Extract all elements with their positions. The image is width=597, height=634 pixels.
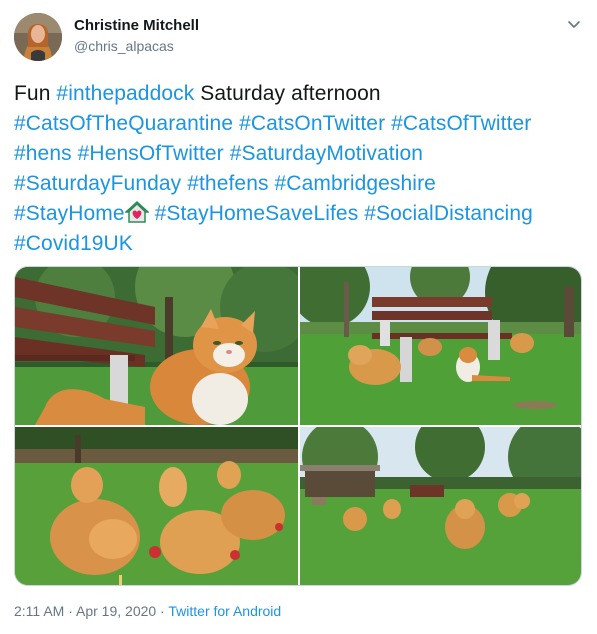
hashtag-link[interactable]: #SocialDistancing (364, 202, 533, 225)
avatar[interactable] (14, 13, 62, 61)
hashtag-link[interactable]: #SaturdayMotivation (230, 142, 423, 165)
author-name[interactable]: Christine Mitchell (74, 17, 199, 34)
tweet-time[interactable]: 2:11 AM (14, 603, 64, 619)
house-with-heart-emoji-icon (123, 200, 150, 224)
tweet-line-1: Fun #inthepaddock Saturday afternoon (14, 79, 584, 109)
tweet-line-5: #StayHome #StayHomeSaveLifes #SocialDist… (14, 199, 584, 229)
hashtag-link[interactable]: #CatsOnTwitter (239, 112, 385, 135)
media-grid (14, 266, 582, 586)
hashtag-link[interactable]: #Covid19UK (14, 232, 133, 255)
hashtag-link[interactable]: #hens (14, 142, 72, 165)
chevron-down-icon[interactable] (566, 16, 582, 32)
hashtag-link[interactable]: #StayHomeSaveLifes (155, 202, 359, 225)
tweet-source-link[interactable]: Twitter for Android (168, 603, 281, 619)
tweet-card: Christine Mitchell @chris_alpacas Fun #i… (0, 0, 597, 634)
photo-bench-hens-paddock[interactable] (300, 267, 581, 425)
hashtag-link[interactable]: #SaturdayFunday (14, 172, 181, 195)
tweet-line-4: #SaturdayFunday #thefens #Cambridgeshire (14, 169, 584, 199)
hashtag-link[interactable]: #thefens (187, 172, 268, 195)
hashtag-link[interactable]: #StayHome (14, 202, 125, 225)
photo-cat-on-bench[interactable] (15, 267, 298, 425)
hashtag-link[interactable]: #inthepaddock (56, 82, 194, 105)
hashtag-link[interactable]: #CatsOfTwitter (391, 112, 531, 135)
tweet-meta: 2:11 AM · Apr 19, 2020 · Twitter for And… (14, 603, 281, 619)
text-fragment: Fun (14, 82, 57, 105)
meta-separator: · (156, 603, 169, 619)
tweet-date[interactable]: Apr 19, 2020 (76, 603, 156, 619)
text-fragment: Saturday afternoon (194, 82, 381, 105)
photo-hens-paddock-wide[interactable] (300, 427, 581, 585)
hashtag-link[interactable]: #CatsOfTheQuarantine (14, 112, 233, 135)
photo-hens-closeup[interactable] (15, 427, 298, 585)
tweet-line-2: #CatsOfTheQuarantine #CatsOnTwitter #Cat… (14, 109, 584, 139)
hashtag-link[interactable]: #HensOfTwitter (78, 142, 224, 165)
tweet-text: Fun #inthepaddock Saturday afternoon #Ca… (14, 79, 584, 259)
tweet-line-6: #Covid19UK (14, 229, 584, 259)
meta-separator: · (64, 603, 76, 619)
author-handle[interactable]: @chris_alpacas (74, 38, 174, 54)
tweet-line-3: #hens #HensOfTwitter #SaturdayMotivation (14, 139, 584, 169)
hashtag-link[interactable]: #Cambridgeshire (275, 172, 436, 195)
